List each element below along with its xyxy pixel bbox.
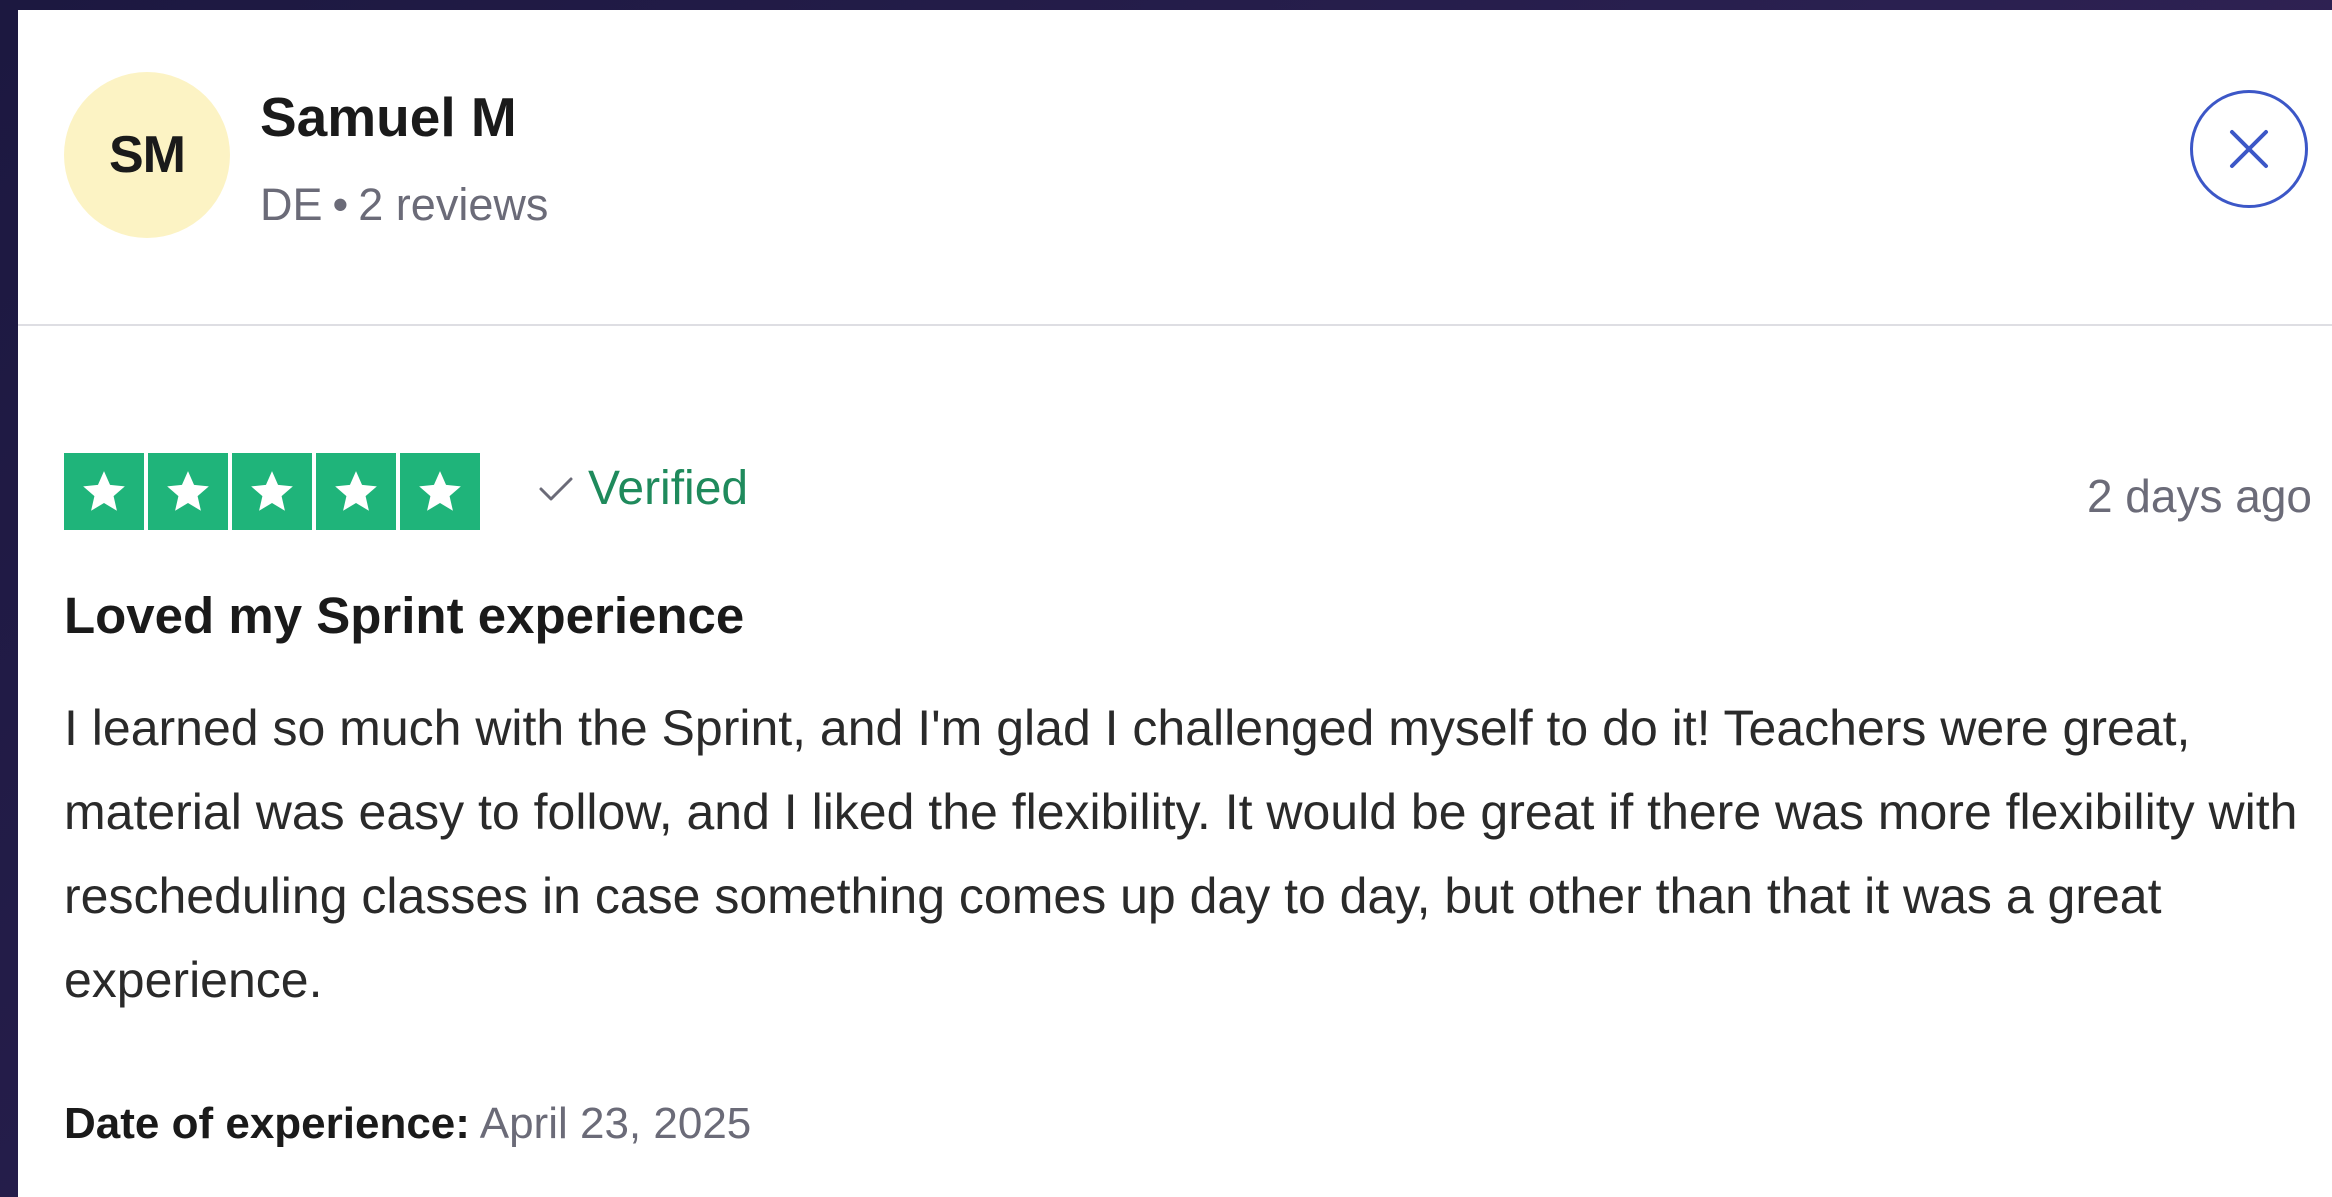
date-of-experience-label: Date of experience: [64,1099,470,1148]
verified-badge[interactable]: Verified [538,465,748,513]
star-box [400,453,480,530]
verified-label: Verified [588,462,749,515]
star-box [148,453,228,530]
checkmark-icon [539,477,573,501]
star-box [316,453,396,530]
star-icon [251,470,293,511]
star-box [64,453,144,530]
reviewer-name[interactable]: Samuel M [260,90,517,145]
reviewer-country: DE [260,179,323,230]
star-rating [64,453,480,530]
close-icon [2230,130,2268,168]
review-time-ago: 2 days ago [2086,470,2312,522]
review-title: Loved my Sprint experience [64,587,745,644]
reviewer-header: SM Samuel M DE • 2 reviews [18,10,2332,326]
star-icon [83,470,125,511]
review-body: I learned so much with the Sprint, and I… [64,700,2298,1008]
review-modal: SM Samuel M DE • 2 reviews Verified 2 days… [18,10,2332,1197]
star-icon [335,470,377,511]
star-box [232,453,312,530]
meta-separator: • [332,179,349,230]
date-of-experience: Date of experience: April 23, 2025 [64,1102,751,1146]
star-icon [419,470,461,511]
close-button[interactable] [2190,90,2308,208]
avatar-initials: SM [109,126,186,184]
reviewer-review-count: 2 reviews [358,179,549,230]
star-icon [167,470,209,511]
date-of-experience-value: April 23, 2025 [479,1099,752,1148]
avatar: SM [64,72,230,238]
reviewer-meta: DE • 2 reviews [260,182,548,227]
